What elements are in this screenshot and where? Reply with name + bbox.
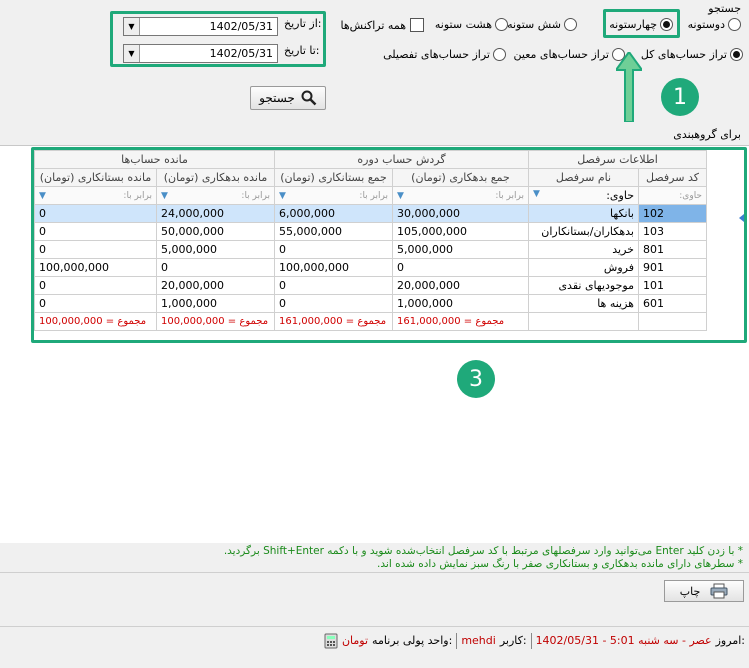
radio-label: تراز حساب‌های معین (513, 48, 609, 61)
currency-label: واحد پولی برنامه: (372, 634, 453, 647)
radio-label: هشت ستونه (434, 18, 492, 31)
grid-highlight (31, 147, 747, 343)
print-button-label: چاپ (679, 585, 701, 598)
all-transactions-checkbox[interactable]: همه تراکنش‌ها (341, 18, 424, 32)
help-notes: * با زدن کلید Enter می‌توانید وارد سرفصل… (224, 545, 743, 571)
radio-label: تراز حساب‌های کل (640, 48, 727, 61)
search-panel-title: جستجو (708, 2, 741, 15)
radio-label: شش ستونه (507, 18, 561, 31)
user-label: کاربر: (499, 634, 527, 647)
checkbox-label: همه تراکنش‌ها (340, 18, 406, 32)
step-badge-1: 1 (661, 78, 699, 116)
radio-label: تراز حساب‌های تفصیلی (383, 48, 490, 61)
footer-toolbar (0, 572, 749, 608)
today-value: 1402/05/31 - 5:01 عصر - سه شنبه (535, 634, 712, 647)
radio-circle[interactable] (730, 48, 743, 61)
calculator-icon[interactable] (324, 633, 338, 649)
radio-balance-subsidiary[interactable]: تراز حساب‌های معین (514, 48, 625, 61)
printer-icon (710, 583, 728, 599)
radio-balance-general[interactable]: تراز حساب‌های کل (641, 48, 743, 61)
status-divider (530, 632, 532, 649)
search-button-label: جستجو (259, 91, 295, 105)
arrow-up-icon (616, 52, 642, 122)
radio-circle[interactable] (493, 48, 506, 61)
radio-circle[interactable] (728, 18, 741, 31)
radio-six-column[interactable]: شش ستونه (507, 18, 577, 31)
radio-eight-column[interactable]: هشت ستونه (435, 18, 508, 31)
grouping-hint: برای گروهبندی (673, 128, 741, 141)
radio-circle[interactable] (564, 18, 577, 31)
step-badge-3: 3 (457, 360, 495, 398)
checkbox-box[interactable] (410, 18, 424, 32)
search-icon (301, 90, 317, 106)
today-label: امروز: (715, 634, 745, 647)
user-value: mehdi (461, 634, 496, 647)
status-divider (456, 632, 458, 649)
radio-label: دوستونه (687, 18, 725, 31)
radio-circle[interactable] (495, 18, 508, 31)
four-column-highlight (603, 9, 680, 38)
note-line: * سطرهای دارای مانده بدهکاری و بستانکاری… (377, 558, 743, 570)
search-button[interactable]: جستجو (250, 86, 326, 110)
print-button[interactable]: چاپ (664, 580, 744, 602)
note-line: * با زدن کلید Enter می‌توانید وارد سرفصل… (223, 545, 743, 557)
radio-balance-detail[interactable]: تراز حساب‌های تفصیلی (383, 48, 506, 61)
radio-two-column[interactable]: دوستونه (688, 18, 741, 31)
currency-value: تومان (341, 634, 369, 647)
status-bar: امروز: 1402/05/31 - 5:01 عصر - سه شنبه ک… (0, 626, 749, 654)
date-range-highlight (110, 11, 326, 67)
